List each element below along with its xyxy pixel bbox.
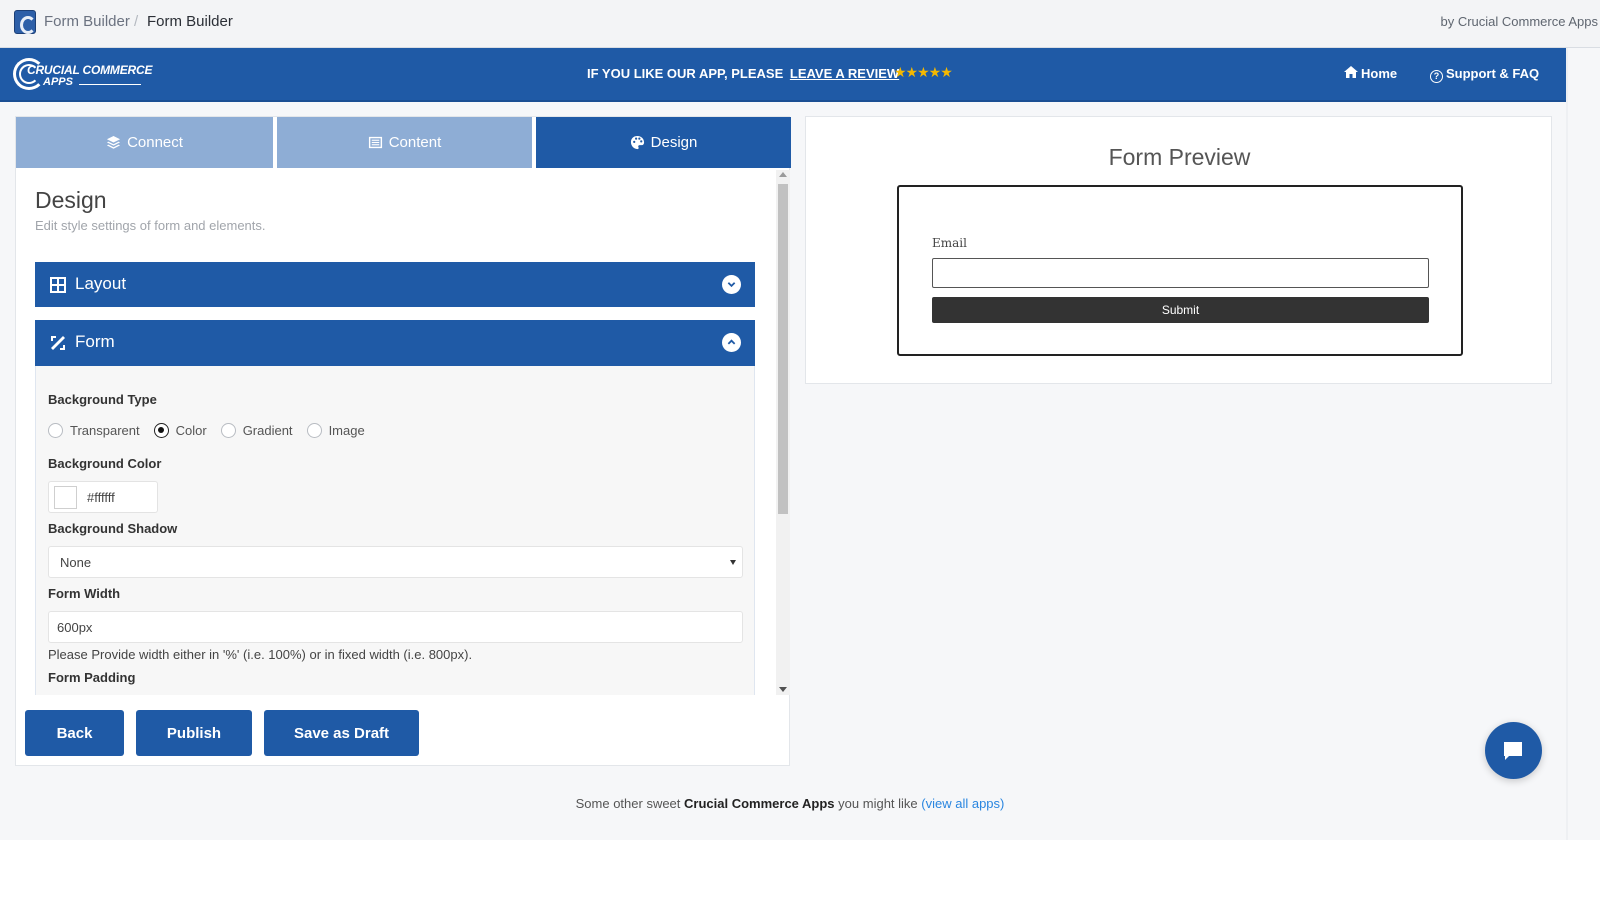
design-subtitle: Edit style settings of form and elements… bbox=[35, 218, 266, 233]
form-preview-panel: Form Preview Email Submit bbox=[805, 116, 1552, 384]
grid-icon bbox=[50, 277, 66, 293]
breadcrumb-current: Form Builder bbox=[147, 13, 233, 30]
color-swatch[interactable] bbox=[54, 486, 77, 509]
accordion-layout-toggle[interactable] bbox=[722, 275, 741, 294]
radio-color-circle[interactable] bbox=[153, 423, 169, 438]
settings-scroll-area: Design Edit style settings of form and e… bbox=[16, 170, 791, 695]
radio-transparent[interactable]: Transparent bbox=[48, 423, 140, 438]
radio-image-circle[interactable] bbox=[306, 423, 322, 438]
breadcrumb-parent[interactable]: Form Builder bbox=[44, 13, 130, 30]
radio-gradient-label: Gradient bbox=[242, 423, 293, 438]
radio-transparent-label: Transparent bbox=[70, 423, 140, 438]
accordion-layout[interactable]: Layout bbox=[35, 262, 755, 307]
form-settings-body: Background Type Transparent Color Gradie… bbox=[35, 366, 755, 695]
radio-gradient-circle[interactable] bbox=[220, 423, 236, 438]
accordion-form-label: Form bbox=[75, 332, 115, 351]
scrollbar-thumb[interactable] bbox=[778, 184, 788, 514]
app-header: CRUCIAL COMMERCE APPS IF YOU LIKE OUR AP… bbox=[0, 48, 1566, 102]
nav-support-label: Support & FAQ bbox=[1446, 66, 1540, 81]
preview-email-input[interactable] bbox=[932, 258, 1429, 288]
leave-review-link[interactable]: LEAVE A REVIEW bbox=[790, 66, 899, 81]
footer-promo: Some other sweet Crucial Commerce Apps y… bbox=[0, 796, 1580, 811]
background-color-picker[interactable]: #ffffff bbox=[48, 481, 158, 513]
save-draft-button[interactable]: Save as Draft bbox=[264, 710, 419, 756]
view-all-apps-link[interactable]: (view all apps) bbox=[921, 796, 1004, 811]
color-hex-value: #ffffff bbox=[87, 490, 115, 505]
footer-brand: Crucial Commerce Apps bbox=[684, 796, 835, 811]
background-color-label: Background Color bbox=[48, 456, 162, 471]
tab-connect-label: Connect bbox=[127, 134, 183, 151]
help-circle-icon: ? bbox=[1430, 70, 1443, 83]
background-shadow-label: Background Shadow bbox=[48, 521, 178, 536]
review-promo: IF YOU LIKE OUR APP, PLEASE LEAVE A REVI… bbox=[587, 66, 899, 81]
nav-home-link[interactable]: Home bbox=[1344, 66, 1397, 81]
page-edge bbox=[1566, 48, 1568, 840]
logo-underline bbox=[79, 84, 141, 85]
nav-support-link[interactable]: ? Support & FAQ bbox=[1430, 66, 1539, 83]
chevron-down-icon bbox=[727, 282, 736, 288]
home-icon bbox=[1344, 66, 1358, 81]
chevron-up-icon bbox=[727, 339, 736, 345]
scroll-down-arrow-icon[interactable] bbox=[779, 687, 787, 692]
accordion-form[interactable]: Form bbox=[35, 320, 755, 366]
scroll-up-arrow-icon[interactable] bbox=[779, 172, 787, 177]
brand-logo[interactable]: CRUCIAL COMMERCE APPS bbox=[13, 56, 153, 94]
nav-home-label: Home bbox=[1361, 66, 1398, 81]
page: Form Builder / Form Builder by Crucial C… bbox=[0, 0, 1600, 840]
back-button[interactable]: Back bbox=[25, 710, 124, 756]
footer-suffix: you might like bbox=[838, 796, 918, 811]
accordion-form-toggle[interactable] bbox=[722, 333, 741, 352]
tab-connect[interactable]: Connect bbox=[16, 117, 273, 168]
builder-tabs: Connect Content Design bbox=[16, 117, 791, 168]
caret-down-icon bbox=[730, 560, 736, 565]
logo-text-line2: APPS bbox=[43, 76, 73, 88]
background-type-label: Background Type bbox=[48, 392, 157, 407]
radio-image[interactable]: Image bbox=[306, 423, 365, 438]
layers-icon bbox=[107, 135, 121, 149]
design-title: Design bbox=[35, 187, 107, 213]
tab-content-label: Content bbox=[388, 134, 442, 151]
publish-button[interactable]: Publish bbox=[136, 710, 252, 756]
radio-gradient[interactable]: Gradient bbox=[220, 423, 293, 438]
tools-icon bbox=[51, 336, 65, 350]
chat-button[interactable] bbox=[1485, 722, 1542, 779]
form-width-help: Please Provide width either in '%' (i.e.… bbox=[48, 647, 473, 662]
rating-stars-icon: ★★★★★ bbox=[894, 64, 953, 80]
app-icon bbox=[14, 10, 36, 34]
background-type-radio-group: Transparent Color Gradient Image bbox=[48, 423, 379, 438]
chat-icon bbox=[1504, 742, 1522, 760]
radio-color[interactable]: Color bbox=[153, 423, 207, 438]
tab-design-label: Design bbox=[650, 134, 698, 151]
form-padding-label: Form Padding bbox=[48, 670, 136, 685]
radio-transparent-circle[interactable] bbox=[48, 423, 63, 438]
radio-color-label: Color bbox=[175, 423, 207, 438]
form-width-input[interactable] bbox=[48, 611, 743, 643]
vendor-label: by Crucial Commerce Apps bbox=[1440, 14, 1599, 29]
accordion-layout-label: Layout bbox=[75, 274, 127, 293]
background-shadow-select[interactable]: None bbox=[48, 546, 743, 578]
tab-design[interactable]: Design bbox=[536, 117, 791, 168]
logo-text-line1: CRUCIAL COMMERCE bbox=[27, 63, 153, 77]
settings-scrollbar[interactable] bbox=[776, 170, 790, 695]
admin-bar: Form Builder / Form Builder by Crucial C… bbox=[0, 0, 1600, 48]
preview-email-label: Email bbox=[932, 236, 967, 250]
form-width-label: Form Width bbox=[48, 586, 121, 601]
promo-text: IF YOU LIKE OUR APP, PLEASE bbox=[587, 66, 784, 81]
preview-form: Email Submit bbox=[897, 185, 1463, 356]
list-icon bbox=[368, 136, 382, 149]
tab-content[interactable]: Content bbox=[277, 117, 532, 168]
preview-title: Form Preview bbox=[1108, 144, 1251, 170]
radio-image-label: Image bbox=[328, 423, 365, 438]
breadcrumb-separator: / bbox=[134, 13, 139, 30]
palette-icon bbox=[630, 135, 644, 150]
background-shadow-value: None bbox=[60, 555, 92, 570]
settings-panel: Connect Content Design Design Edit style… bbox=[15, 116, 791, 766]
footer-prefix: Some other sweet bbox=[575, 796, 681, 811]
preview-submit-button[interactable]: Submit bbox=[932, 297, 1429, 323]
